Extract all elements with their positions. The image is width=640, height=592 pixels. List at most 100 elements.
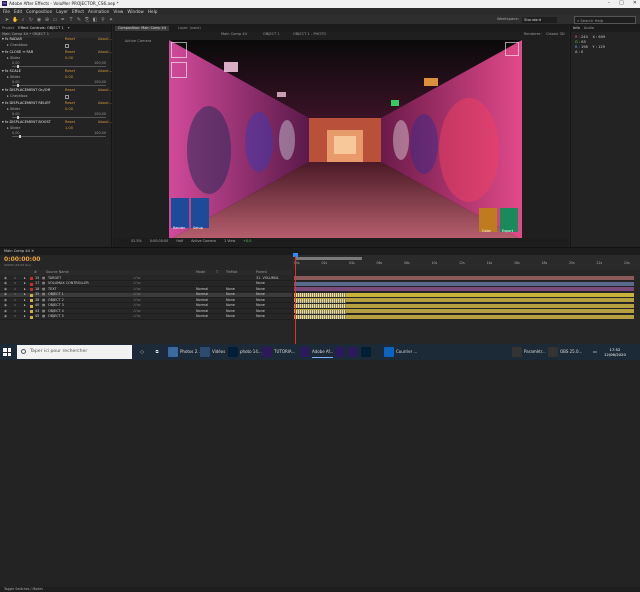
eraser-tool-icon[interactable]: ◧ (92, 17, 98, 23)
slider-track[interactable] (12, 136, 106, 137)
lock-icon[interactable]: ▫ (14, 309, 16, 313)
views-count-select[interactable]: 1 View (224, 239, 235, 245)
taskbar-pinned-icon[interactable] (361, 347, 371, 357)
taskbar-app-icon[interactable] (262, 347, 272, 357)
effect-slider[interactable]: 0,00 100,00 (3, 131, 108, 138)
render-button[interactable]: Render (173, 226, 185, 230)
layer-parent[interactable]: None (256, 292, 265, 296)
resolution-select[interactable]: Half (176, 239, 183, 245)
layer-switches[interactable]: ⁄ ⁄ ▭ (134, 309, 141, 313)
tab-project[interactable]: Project (2, 26, 14, 31)
menu-edit[interactable]: Edit (14, 8, 26, 15)
view-select[interactable]: Active Camera (191, 239, 216, 245)
taskbar-app-icon[interactable] (228, 347, 238, 357)
camera-tool-icon[interactable]: ◉ (36, 17, 42, 23)
layer-name[interactable]: OBJECT 3 (48, 303, 64, 307)
hand-tool-icon[interactable]: ✋ (12, 17, 18, 23)
tab-layer[interactable]: Layer: (none) (175, 26, 204, 31)
tab-main-comp[interactable]: Main Comp 44 (4, 249, 30, 253)
menu-animation[interactable]: Animation (88, 8, 113, 15)
visibility-eye-icon[interactable]: ◉ (4, 303, 7, 307)
taskbar-app-label[interactable]: photo 14... (240, 346, 262, 358)
layer-switches[interactable]: ⁄ ⁄ ▭ (134, 276, 141, 280)
current-time-indicator[interactable] (295, 256, 296, 344)
menu-layer[interactable]: Layer (56, 8, 72, 15)
effect-name[interactable]: DISPLACEMENT BOOST (9, 120, 50, 124)
clone-tool-icon[interactable]: ⎘ (84, 17, 90, 23)
layer-name[interactable]: OBJECT 2 (48, 298, 64, 302)
layer-twirl-icon[interactable]: ▸ (24, 287, 26, 291)
effect-reset-link[interactable]: Reset (65, 120, 75, 125)
layer-trkmat[interactable]: None (226, 298, 235, 302)
menu-window[interactable]: Window (127, 8, 148, 15)
layer-twirl-icon[interactable]: ▸ (24, 276, 26, 280)
layer-twirl-icon[interactable]: ▸ (24, 303, 26, 307)
system-clock[interactable]: 17:52 12/06/2020 (604, 347, 626, 357)
menu-help[interactable]: Help (148, 8, 162, 15)
layer-trkmat[interactable]: None (226, 287, 235, 291)
checkbox-icon[interactable] (65, 44, 69, 48)
puppet-tool-icon[interactable]: ✦ (108, 17, 114, 23)
export-button[interactable]: Export (502, 229, 513, 233)
taskbar-app-label[interactable]: Vidéos (212, 346, 225, 358)
layer-trkmat[interactable]: None (226, 303, 235, 307)
layer-parent[interactable]: None (256, 281, 265, 285)
roto-tool-icon[interactable]: ⚲ (100, 17, 106, 23)
comp-timecode[interactable]: 0:00:00:00 (150, 239, 169, 245)
comp-subtab-photo[interactable]: OBJECT 1 - PHOTO (293, 32, 326, 37)
effect-about-link[interactable]: About... (98, 120, 112, 125)
layer-name[interactable]: TARGET (48, 276, 61, 280)
search-help-input[interactable]: ⌕ Search Help (574, 16, 636, 24)
property-value[interactable]: 1.00 (65, 126, 73, 131)
minimize-icon[interactable]: – (608, 1, 611, 6)
layer-row[interactable]: ◉ ▫ ▸ 17 ▦ VOLUMAX CONTROLLER ⁄ ⁄ ▭ None (0, 281, 292, 287)
workspace-selector[interactable]: Workspace: Standard (497, 17, 570, 23)
lock-icon[interactable]: ▫ (14, 314, 16, 318)
layer-twirl-icon[interactable]: ▸ (24, 281, 26, 285)
effect-about-link[interactable]: About... (98, 37, 112, 42)
taskbar-search-box[interactable]: Taper ici pour rechercher (17, 345, 132, 359)
layer-mode[interactable]: Normal (196, 309, 208, 313)
text-tool-icon[interactable]: T (68, 17, 74, 23)
corner-icon[interactable] (505, 42, 519, 56)
rotate-tool-icon[interactable]: ↻ (28, 17, 34, 23)
layer-name[interactable]: TEXT (48, 287, 57, 291)
setup-button[interactable]: Setup (193, 226, 203, 230)
layer-twirl-icon[interactable]: ▸ (24, 309, 26, 313)
composition-viewer[interactable]: Render Setup Color Export (169, 40, 522, 240)
layer-twirl-icon[interactable]: ▸ (24, 314, 26, 318)
taskbar-app-icon[interactable] (168, 347, 178, 357)
slider-track[interactable] (12, 66, 106, 67)
maximize-icon[interactable]: □ (619, 1, 624, 6)
layer-parent[interactable]: None (256, 309, 265, 313)
color-button[interactable]: Color (482, 229, 491, 233)
camera-nav-icon[interactable] (171, 42, 187, 58)
slider-knob[interactable] (16, 116, 19, 119)
menu-effect[interactable]: Effect (72, 8, 88, 15)
visibility-eye-icon[interactable]: ◉ (4, 314, 7, 318)
layer-parent[interactable]: None (256, 303, 265, 307)
slider-knob[interactable] (19, 135, 22, 138)
exposure-offset[interactable]: +0.0 (243, 239, 251, 245)
layer-trkmat[interactable]: None (226, 309, 235, 313)
tab-info[interactable]: Info (573, 26, 580, 31)
layer-parent[interactable]: None (256, 287, 265, 291)
comp-subtab-object1[interactable]: OBJECT 1 (263, 32, 280, 37)
layer-switches[interactable]: ⁄ ⁄ ▭ (134, 298, 141, 302)
taskbar-app-label[interactable]: TUTORIA... (274, 346, 295, 358)
property-value[interactable]: 0.00 (65, 107, 73, 112)
layer-parent[interactable]: None (256, 314, 265, 318)
taskbar-app-label[interactable]: OBS 25.0... (560, 346, 582, 358)
menu-composition[interactable]: Composition (26, 8, 56, 15)
layer-name[interactable]: OBJECT 4 (48, 309, 64, 313)
effect-reset-link[interactable]: Reset (65, 37, 75, 42)
effect-slider[interactable]: 0,00 100,00 (3, 80, 108, 87)
tab-effect-controls[interactable]: Effect Controls: OBJECT 1 (18, 26, 63, 31)
layer-mode[interactable]: Normal (196, 287, 208, 291)
taskbar-app-label[interactable]: Paramètr... (524, 346, 546, 358)
layer-name[interactable]: OBJECT 1 (48, 292, 64, 296)
effect-name[interactable]: CLOSE ↔ FAR (9, 50, 33, 54)
layer-switches[interactable]: ⁄ ⁄ ▭ (134, 303, 141, 307)
layer-duration-bar[interactable] (294, 287, 634, 292)
effect-about-link[interactable]: About... (98, 88, 112, 93)
